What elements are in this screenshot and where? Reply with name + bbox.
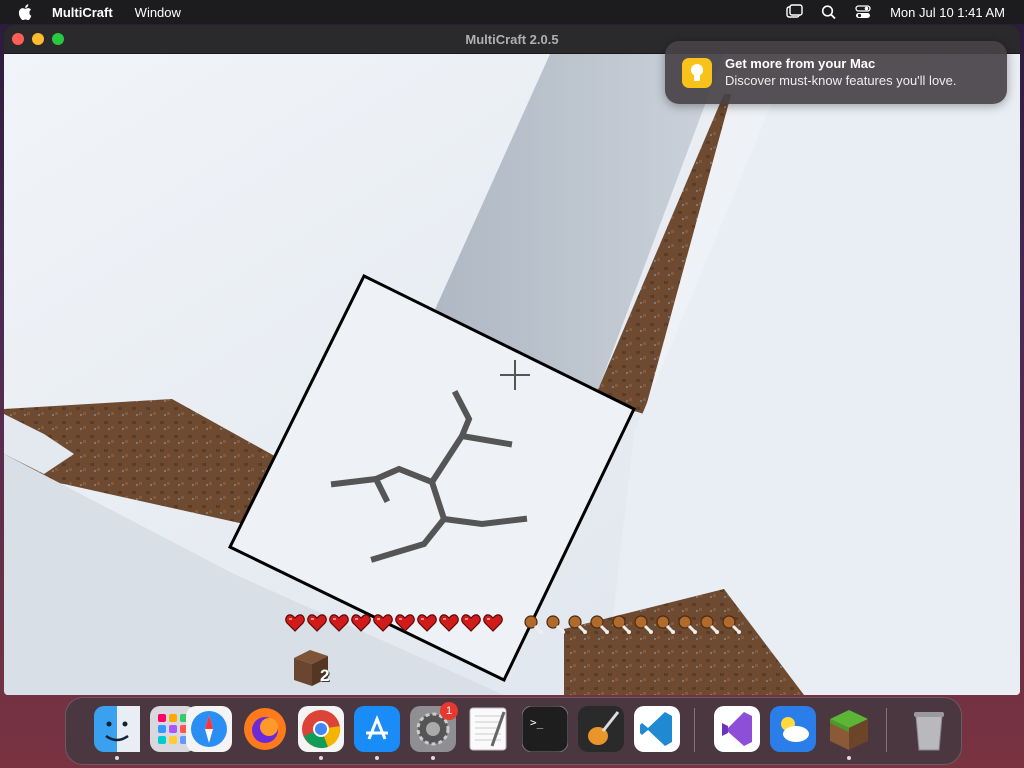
svg-text:>_: >_ <box>530 716 544 729</box>
menu-window[interactable]: Window <box>135 5 181 20</box>
heart-icon <box>461 613 481 633</box>
drumstick-icon <box>698 613 720 635</box>
drumstick-icon <box>610 613 632 635</box>
chrome-icon[interactable] <box>298 706 344 752</box>
hotbar-slot[interactable]: 2 <box>290 646 334 690</box>
hotbar-item-count: 2 <box>320 666 330 685</box>
running-indicator <box>375 756 379 760</box>
drumstick-icon <box>632 613 654 635</box>
heart-icon <box>373 613 393 633</box>
game-scene <box>4 54 1020 695</box>
drumstick-icon <box>588 613 610 635</box>
heart-icon <box>285 613 305 633</box>
running-indicator <box>431 756 435 760</box>
multicraft-icon[interactable] <box>826 706 872 752</box>
menu-bar: MultiCraft Window Mon Jul 10 1:41 AM <box>0 0 1024 24</box>
notification-badge: 1 <box>440 702 458 720</box>
hunger-bar <box>522 613 747 635</box>
menu-clock[interactable]: Mon Jul 10 1:41 AM <box>890 5 1005 20</box>
notification-body: Discover must-know features you'll love. <box>725 73 957 88</box>
running-indicator <box>847 756 851 760</box>
visual-studio-icon[interactable] <box>714 706 760 752</box>
health-bar <box>285 613 510 635</box>
screen-mirroring-icon[interactable] <box>786 4 804 20</box>
multicraft-window: MultiCraft 2.0.5 2 <box>4 25 1020 695</box>
drumstick-icon <box>676 613 698 635</box>
weather-icon[interactable] <box>770 706 816 752</box>
heart-icon <box>483 613 503 633</box>
control-center-icon[interactable] <box>854 4 872 20</box>
system-settings-icon[interactable]: 1 <box>410 702 458 752</box>
drumstick-icon <box>720 613 742 635</box>
running-indicator <box>319 756 323 760</box>
finder-icon[interactable] <box>94 706 140 752</box>
drumstick-icon <box>566 613 588 635</box>
game-viewport[interactable]: 2 <box>4 54 1020 695</box>
dock: 1 >_ <box>65 697 962 765</box>
notification-banner[interactable]: Get more from your Mac Discover must-kno… <box>665 41 1007 104</box>
heart-icon <box>439 613 459 633</box>
dock-separator <box>886 708 887 752</box>
drumstick-icon <box>654 613 676 635</box>
menu-app-name[interactable]: MultiCraft <box>52 5 113 20</box>
tips-lightbulb-icon <box>682 58 712 88</box>
notification-title: Get more from your Mac <box>725 56 876 71</box>
heart-icon <box>417 613 437 633</box>
dock-separator <box>694 708 695 752</box>
garageband-icon[interactable] <box>578 706 624 752</box>
terminal-icon[interactable]: >_ <box>521 705 569 753</box>
heart-icon <box>329 613 349 633</box>
trash-icon[interactable] <box>906 706 952 752</box>
apple-menu-icon[interactable] <box>18 4 32 20</box>
textedit-icon[interactable] <box>466 706 512 752</box>
firefox-icon[interactable] <box>242 706 288 752</box>
heart-icon <box>307 613 327 633</box>
vscode-icon[interactable] <box>634 706 680 752</box>
drumstick-icon <box>522 613 544 635</box>
app-store-icon[interactable] <box>354 706 400 752</box>
heart-icon <box>395 613 415 633</box>
search-icon[interactable] <box>820 4 838 20</box>
running-indicator <box>115 756 119 760</box>
drumstick-icon <box>544 613 566 635</box>
safari-icon[interactable] <box>186 706 232 752</box>
heart-icon <box>351 613 371 633</box>
